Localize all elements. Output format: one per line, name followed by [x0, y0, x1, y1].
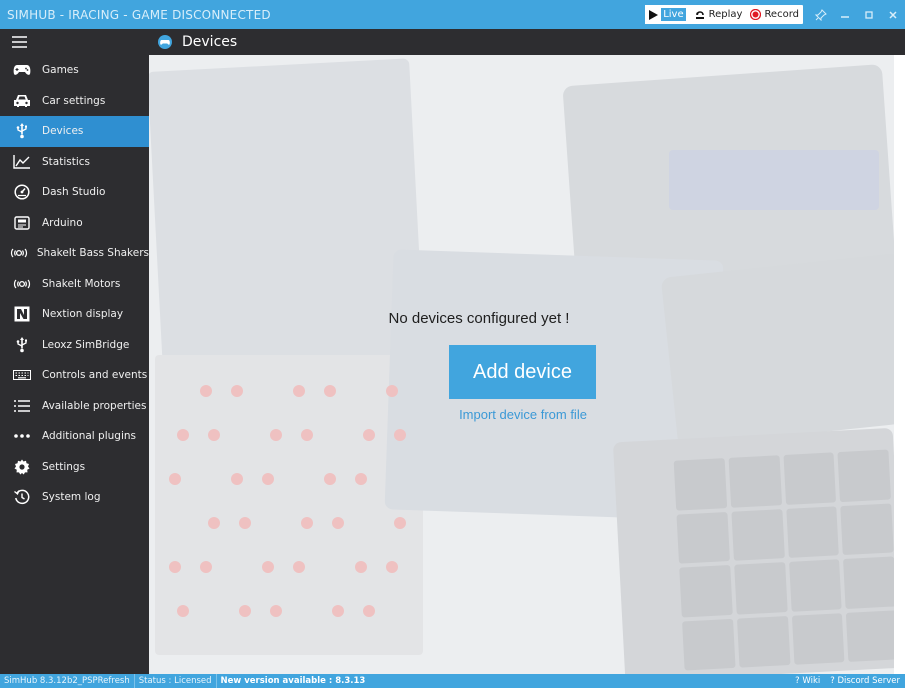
keyboard-icon	[10, 370, 34, 381]
title-bar: SIMHUB - IRACING - GAME DISCONNECTED Liv…	[0, 0, 905, 29]
discord-link[interactable]: ? Discord Server	[825, 676, 905, 686]
hamburger-icon	[12, 36, 27, 48]
sidebar-item-label: Leoxz SimBridge	[42, 338, 130, 351]
sidebar-item-available-properties[interactable]: Available properties	[0, 391, 149, 422]
empty-state: No devices configured yet ! Add device I…	[149, 55, 894, 674]
sidebar-item-statistics[interactable]: Statistics	[0, 147, 149, 178]
window-title: SIMHUB - IRACING - GAME DISCONNECTED	[7, 7, 271, 22]
page-title: Devices	[182, 34, 238, 50]
replay-icon	[695, 11, 704, 19]
sidebar-item-label: Arduino	[42, 216, 83, 229]
sidebar-item-devices[interactable]: Devices	[0, 116, 149, 147]
play-icon	[649, 9, 659, 20]
usb-icon	[10, 336, 34, 353]
close-button[interactable]	[881, 0, 905, 29]
pin-icon	[815, 8, 827, 21]
sidebar-item-label: ShakeIt Bass Shakers	[36, 247, 149, 260]
maximize-icon	[865, 10, 873, 19]
maximize-button[interactable]	[857, 0, 881, 29]
record-button[interactable]: Record	[746, 5, 803, 24]
gauge-icon	[10, 184, 34, 200]
vibration-icon	[10, 247, 29, 259]
sidebar: Games Car settings Devices Statistics Da…	[0, 29, 149, 674]
close-icon	[889, 10, 897, 19]
sidebar-item-system-log[interactable]: System log	[0, 482, 149, 513]
sidebar-item-label: Devices	[42, 125, 84, 138]
sidebar-item-shakeit-motors[interactable]: ShakeIt Motors	[0, 269, 149, 300]
sidebar-item-arduino[interactable]: Arduino	[0, 208, 149, 239]
menu-toggle-button[interactable]	[0, 29, 149, 55]
live-button[interactable]: Live	[645, 5, 690, 24]
wiki-link[interactable]: ? Wiki	[790, 676, 825, 686]
sidebar-item-controls-and-events[interactable]: Controls and events	[0, 360, 149, 391]
live-label: Live	[661, 8, 686, 21]
replay-label: Replay	[708, 9, 743, 20]
update-available-link[interactable]: New version available : 8.3.13	[217, 674, 370, 688]
license-status: Status : Licensed	[135, 674, 217, 688]
usb-icon	[10, 123, 34, 139]
import-device-link[interactable]: Import device from file	[413, 407, 633, 422]
sidebar-item-label: Car settings	[42, 94, 106, 107]
sidebar-item-settings[interactable]: Settings	[0, 452, 149, 483]
sidebar-item-label: System log	[42, 491, 101, 504]
sidebar-item-nextion-display[interactable]: Nextion display	[0, 299, 149, 330]
dots-icon	[10, 434, 34, 439]
sidebar-item-label: Settings	[42, 460, 86, 473]
empty-state-message: No devices configured yet !	[388, 310, 570, 327]
record-icon	[750, 9, 762, 20]
sidebar-item-label: Games	[42, 64, 79, 77]
arduino-icon	[10, 216, 34, 230]
pin-button[interactable]	[809, 0, 833, 29]
mode-switcher: Live Replay Record	[645, 5, 803, 24]
gamepad-icon	[158, 35, 172, 49]
nextion-icon	[10, 306, 34, 322]
vibration-icon	[10, 278, 34, 290]
list-icon	[10, 399, 34, 413]
gamepad-icon	[10, 64, 34, 76]
sidebar-item-label: ShakeIt Motors	[42, 277, 121, 290]
sidebar-item-dash-studio[interactable]: Dash Studio	[0, 177, 149, 208]
status-bar: SimHub 8.3.12b2_PSPRefresh Status : Lice…	[0, 674, 905, 688]
sidebar-item-label: Available properties	[42, 399, 147, 412]
sidebar-item-car-settings[interactable]: Car settings	[0, 86, 149, 117]
replay-button[interactable]: Replay	[690, 5, 747, 24]
record-label: Record	[764, 9, 799, 20]
chart-line-icon	[10, 154, 34, 169]
sidebar-item-games[interactable]: Games	[0, 55, 149, 86]
gear-icon	[10, 459, 34, 475]
minimize-button[interactable]	[833, 0, 857, 29]
right-edge	[894, 55, 905, 674]
history-icon	[10, 489, 34, 505]
version-label: SimHub 8.3.12b2_PSPRefresh	[0, 674, 135, 688]
page-header: Devices	[149, 29, 905, 55]
sidebar-item-additional-plugins[interactable]: Additional plugins	[0, 421, 149, 452]
sidebar-item-shakeit-bass-shakers[interactable]: ShakeIt Bass Shakers	[0, 238, 149, 269]
sidebar-item-label: Dash Studio	[42, 186, 106, 199]
sidebar-item-label: Additional plugins	[42, 430, 136, 443]
sidebar-item-label: Controls and events	[42, 369, 148, 382]
devices-panel: No devices configured yet ! Add device I…	[149, 55, 894, 674]
sidebar-item-label: Nextion display	[42, 308, 124, 321]
car-icon	[10, 94, 34, 108]
minimize-icon	[841, 15, 849, 18]
sidebar-item-leoxz-simbridge[interactable]: Leoxz SimBridge	[0, 330, 149, 361]
sidebar-item-label: Statistics	[42, 155, 90, 168]
add-device-button[interactable]: Add device	[449, 345, 596, 399]
